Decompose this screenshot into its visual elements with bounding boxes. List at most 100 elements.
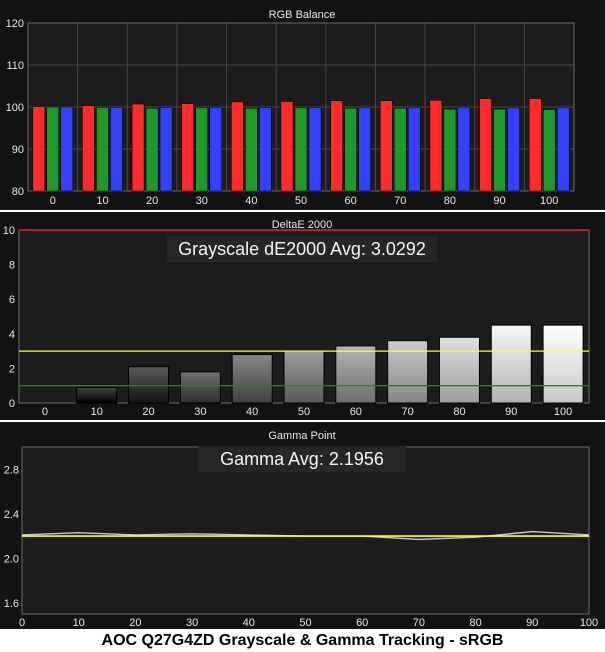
x-tick-label: 10 bbox=[73, 617, 85, 629]
y-tick-label: 2.0 bbox=[4, 553, 19, 565]
bar-blue-50 bbox=[308, 107, 322, 192]
x-tick-label: 80 bbox=[453, 406, 465, 418]
bar-green-0 bbox=[46, 106, 60, 192]
bar-red-20 bbox=[131, 103, 145, 192]
x-tick-label: 60 bbox=[350, 406, 362, 418]
bar-blue-90 bbox=[507, 107, 520, 192]
bar-40 bbox=[231, 354, 273, 404]
bar-green-70 bbox=[394, 108, 407, 192]
bar-green-80 bbox=[443, 108, 457, 192]
chart-annotation: Gamma Avg: 2.1956 bbox=[220, 449, 384, 469]
x-tick-label: 80 bbox=[469, 617, 481, 629]
chart-title: DeltaE 2000 bbox=[272, 219, 333, 231]
bar-red-30 bbox=[181, 103, 194, 192]
y-tick-label: 10 bbox=[3, 225, 15, 237]
plot-area bbox=[21, 446, 590, 615]
x-tick-label: 60 bbox=[345, 195, 357, 207]
y-tick-label: 6 bbox=[9, 294, 15, 306]
chart-title: Gamma Point bbox=[268, 430, 335, 442]
x-tick-label: 10 bbox=[91, 406, 103, 418]
x-tick-label: 50 bbox=[298, 406, 310, 418]
x-tick-label: 80 bbox=[444, 195, 456, 207]
x-tick-label: 40 bbox=[245, 195, 257, 207]
bar-blue-10 bbox=[110, 107, 123, 192]
x-tick-label: 100 bbox=[580, 617, 598, 629]
bar-red-10 bbox=[82, 105, 95, 192]
bar-green-100 bbox=[542, 109, 556, 192]
bar-20 bbox=[128, 366, 170, 404]
y-tick-label: 8 bbox=[9, 260, 15, 272]
bar-green-60 bbox=[344, 108, 357, 192]
y-tick-label: 0 bbox=[9, 398, 15, 410]
x-tick-label: 100 bbox=[540, 195, 558, 207]
bar-red-80 bbox=[429, 100, 443, 192]
bar-60 bbox=[335, 345, 377, 404]
bar-blue-80 bbox=[457, 107, 471, 192]
bar-100 bbox=[542, 324, 584, 404]
bar-red-70 bbox=[380, 100, 393, 192]
bar-green-40 bbox=[245, 108, 258, 192]
bar-blue-100 bbox=[556, 107, 570, 192]
x-tick-label: 60 bbox=[356, 617, 368, 629]
bar-green-20 bbox=[145, 108, 159, 192]
x-tick-label: 40 bbox=[243, 617, 255, 629]
y-tick-label: 90 bbox=[12, 144, 24, 156]
bar-red-0 bbox=[32, 106, 46, 192]
bar-green-50 bbox=[294, 107, 308, 192]
bar-green-30 bbox=[195, 107, 208, 192]
bar-blue-60 bbox=[358, 107, 371, 192]
x-tick-label: 50 bbox=[295, 195, 307, 207]
x-tick-label: 0 bbox=[42, 406, 48, 418]
bar-80 bbox=[438, 336, 480, 404]
bar-red-90 bbox=[479, 98, 492, 192]
bar-blue-30 bbox=[209, 107, 222, 192]
chart-annotation: Grayscale dE2000 Avg: 3.0292 bbox=[178, 239, 426, 259]
x-tick-label: 50 bbox=[299, 617, 311, 629]
charts-canvas: RGB Balance80901001101200 10 20 30 40 50 60 70 8… bbox=[0, 0, 605, 629]
x-tick-label: 20 bbox=[146, 195, 158, 207]
bar-blue-40 bbox=[259, 107, 272, 192]
x-tick-label: 10 bbox=[96, 195, 108, 207]
bar-90 bbox=[490, 324, 532, 404]
y-tick-label: 1.6 bbox=[4, 598, 19, 610]
bar-blue-70 bbox=[408, 107, 421, 192]
x-tick-label: 70 bbox=[394, 195, 406, 207]
chart-title: RGB Balance bbox=[269, 9, 336, 21]
x-tick-label: 90 bbox=[505, 406, 517, 418]
y-tick-label: 2 bbox=[9, 363, 15, 375]
x-tick-label: 70 bbox=[402, 406, 414, 418]
x-tick-label: 30 bbox=[196, 195, 208, 207]
x-tick-label: 70 bbox=[413, 617, 425, 629]
y-tick-label: 80 bbox=[12, 186, 24, 198]
x-tick-label: 20 bbox=[142, 406, 154, 418]
x-tick-label: 90 bbox=[526, 617, 538, 629]
x-tick-label: 0 bbox=[50, 195, 56, 207]
x-tick-label: 90 bbox=[493, 195, 505, 207]
bar-70 bbox=[387, 340, 429, 404]
figure-caption: AOC Q27G4ZD Grayscale & Gamma Tracking -… bbox=[101, 632, 504, 649]
bar-30 bbox=[179, 371, 221, 404]
bar-blue-20 bbox=[159, 107, 173, 192]
bar-green-10 bbox=[96, 107, 109, 192]
x-tick-label: 0 bbox=[19, 617, 25, 629]
y-tick-label: 120 bbox=[6, 18, 24, 30]
bar-green-90 bbox=[493, 108, 506, 192]
y-tick-label: 110 bbox=[6, 60, 24, 72]
x-tick-label: 30 bbox=[186, 617, 198, 629]
report-image: RGB Balance 80 90 100 110 120 0 10 20 30 40 50 60 70 8… bbox=[0, 0, 605, 652]
y-tick-label: 100 bbox=[6, 102, 24, 114]
x-tick-label: 100 bbox=[554, 406, 572, 418]
bar-10 bbox=[76, 386, 118, 404]
y-tick-label: 4 bbox=[9, 329, 15, 341]
y-tick-label: 2.4 bbox=[4, 509, 19, 521]
x-tick-label: 30 bbox=[194, 406, 206, 418]
y-tick-label: 2.8 bbox=[4, 464, 19, 476]
x-tick-label: 40 bbox=[246, 406, 258, 418]
bar-50 bbox=[283, 350, 325, 404]
bar-red-50 bbox=[280, 101, 294, 192]
bar-red-40 bbox=[231, 101, 244, 192]
bar-blue-0 bbox=[60, 106, 74, 192]
x-tick-label: 20 bbox=[129, 617, 141, 629]
bar-red-60 bbox=[330, 100, 343, 192]
bar-red-100 bbox=[528, 98, 542, 192]
